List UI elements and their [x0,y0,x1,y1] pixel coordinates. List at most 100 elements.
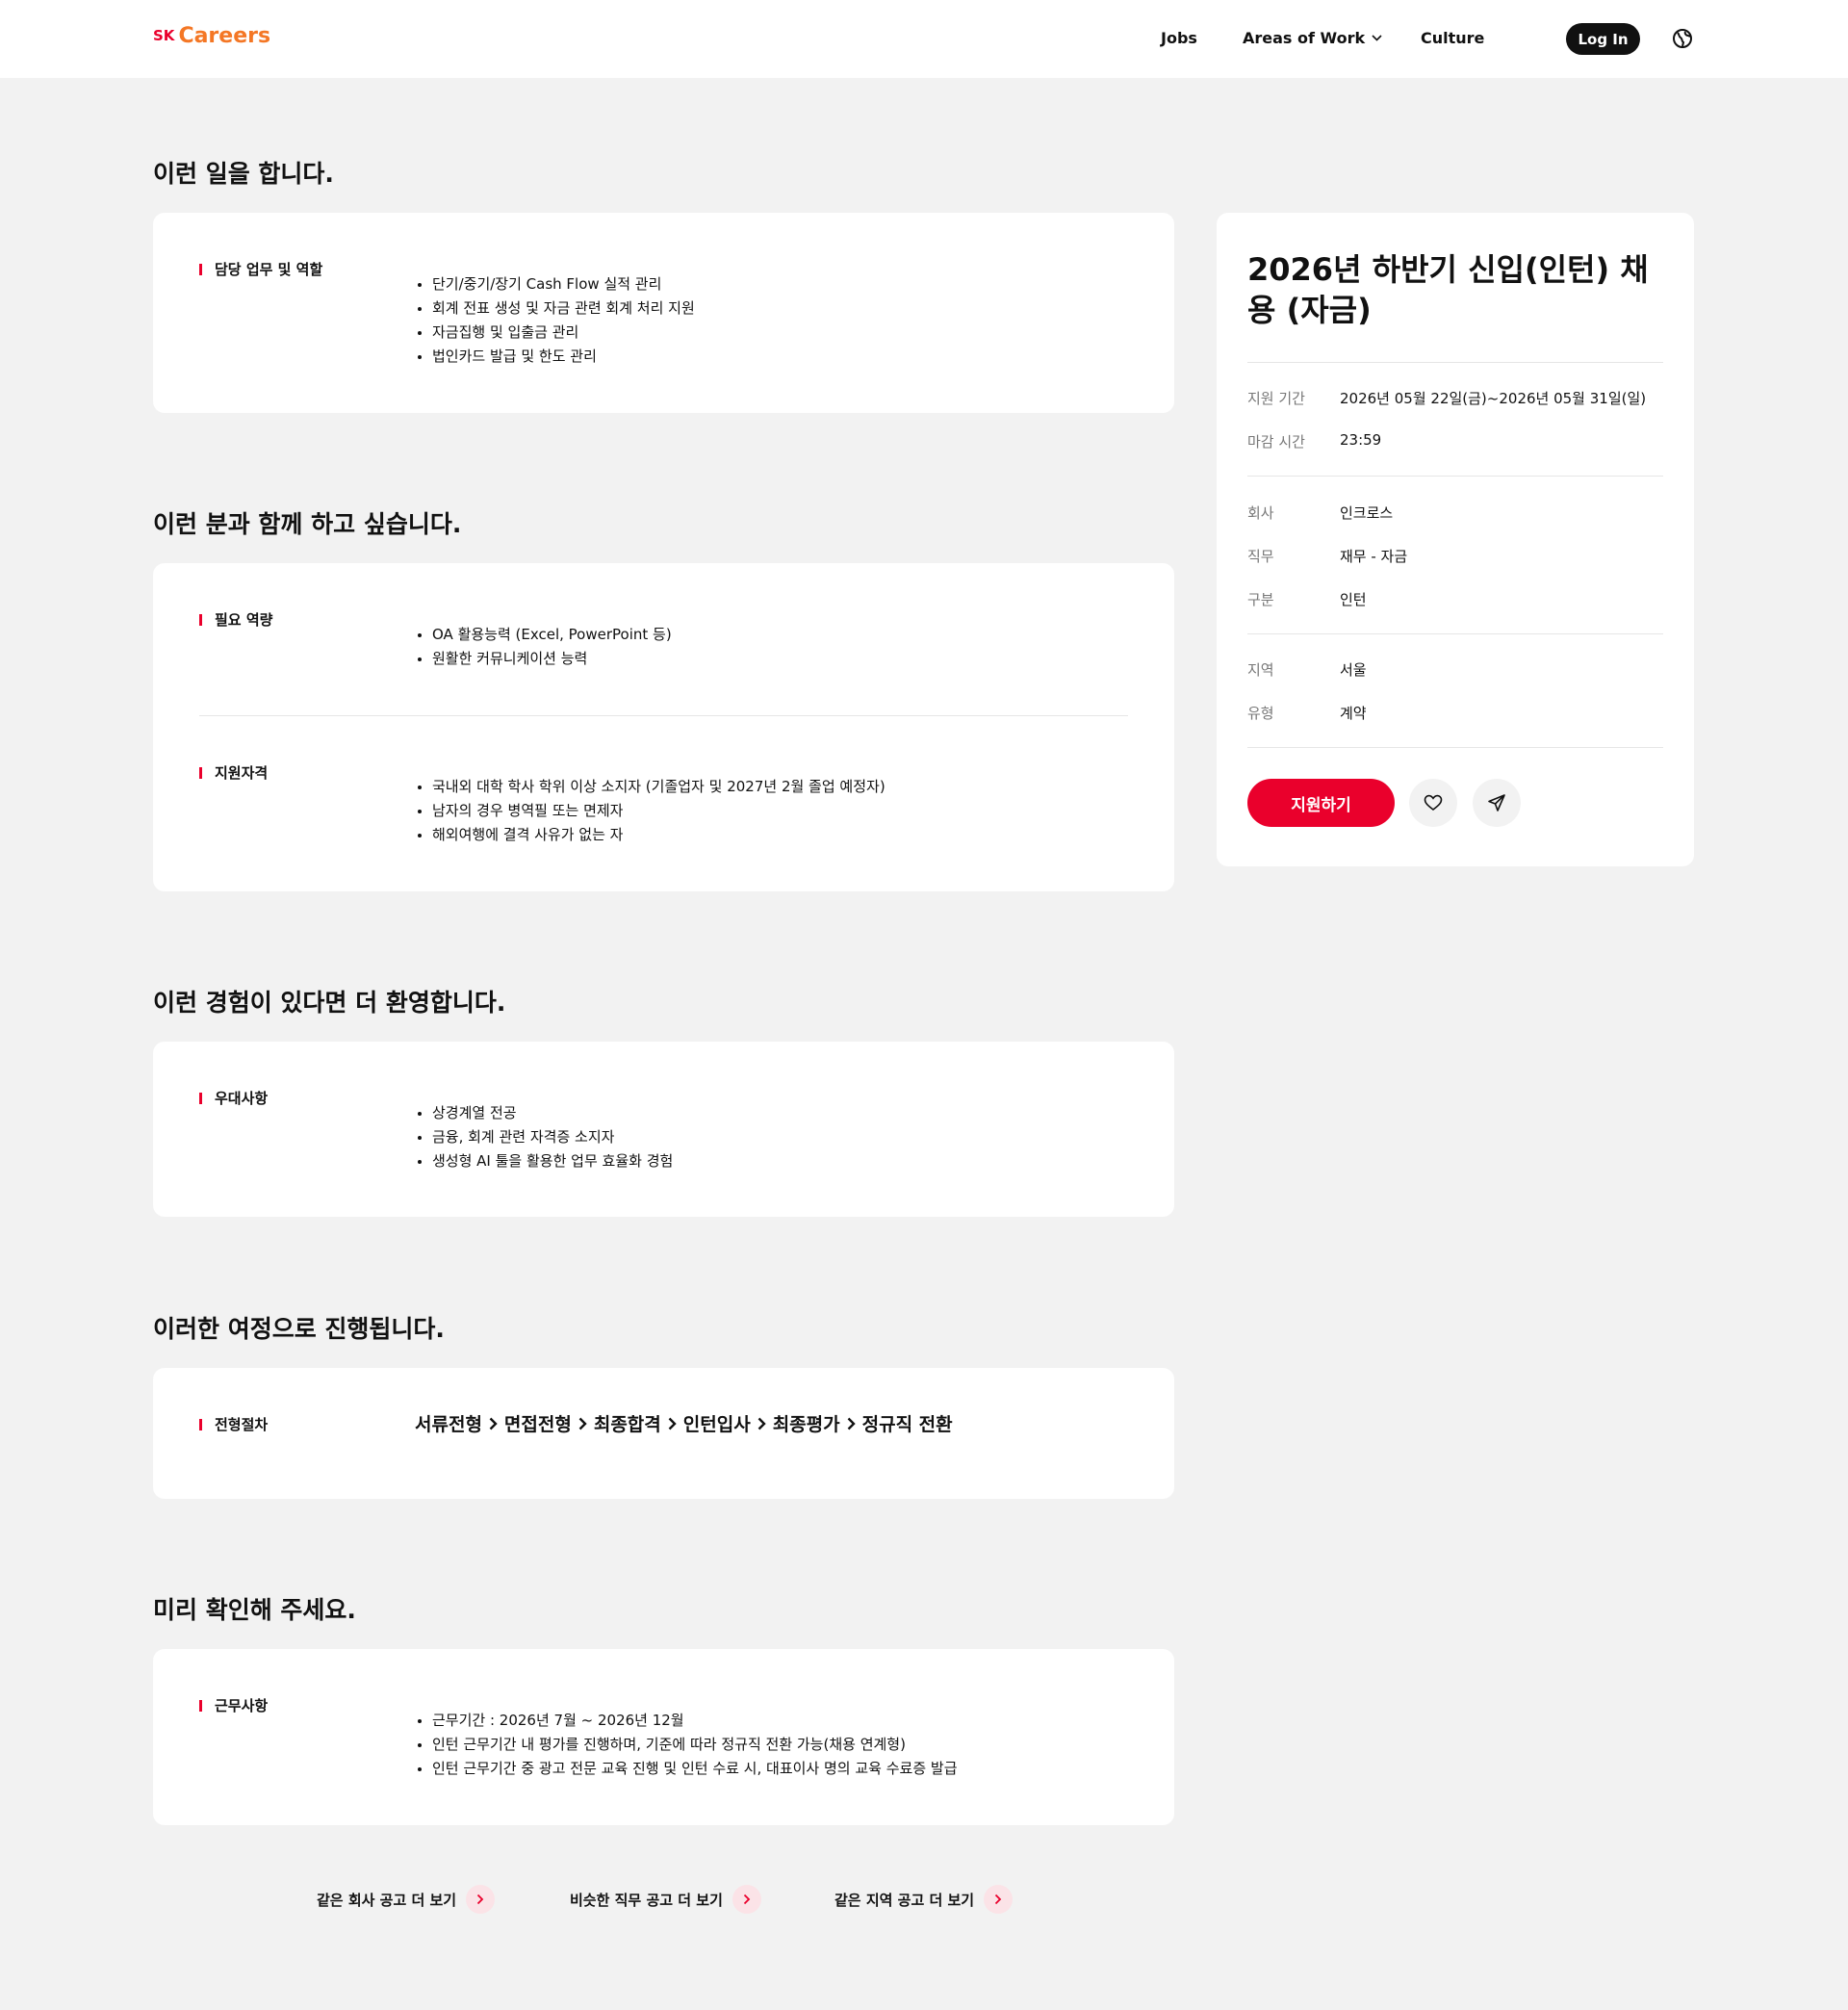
process-step: 정규직 전환 [861,1414,953,1435]
preference-list: 상경계열 전공 금융, 회계 관련 자격증 소지자 생성형 AI 툴을 활용한 … [415,1101,673,1173]
process-step: 최종합격 [593,1414,661,1435]
share-button[interactable] [1473,779,1521,827]
divider [1247,362,1663,363]
chevron-right-icon [578,1417,587,1430]
process-step: 면접전형 [503,1414,572,1435]
info-company: 회사 인크로스 [1247,502,1393,523]
logo-sk: SK [153,27,175,44]
login-button[interactable]: Log In [1566,23,1640,55]
process-steps: 서류전형 면접전형 최종합격 인턴입사 최종평가 정규직 전환 [415,1410,953,1436]
info-value: 서울 [1340,661,1367,679]
info-key: 지원 기간 [1247,390,1305,407]
row-label-preference: 우대사항 [199,1088,268,1108]
row-label-text: 우대사항 [215,1090,269,1107]
row-label-text: 필요 역량 [215,611,273,629]
section-title-work: 이런 일을 합니다. [153,160,334,188]
row-label-qualifications: 지원자격 [199,762,268,783]
more-same-company-link[interactable]: 같은 회사 공고 더 보기 [317,1885,496,1914]
notice-list: 근무기간 : 2026년 7월 ~ 2026년 12월 인턴 근무기간 내 평가… [415,1709,958,1781]
job-title: 2026년 하반기 신입(인턴) 채용 (자금) [1247,251,1649,328]
list-item: 회계 전표 생성 및 자금 관련 회계 처리 지원 [415,296,695,321]
list-item: 법인카드 발급 및 한도 관리 [415,345,695,369]
process-step: 인턴입사 [682,1414,751,1435]
chevron-down-icon [1372,35,1382,41]
card-notice: 근무사항 근무기간 : 2026년 7월 ~ 2026년 12월 인턴 근무기간… [153,1649,1174,1825]
list-item: 상경계열 전공 [415,1101,673,1125]
skills-list: OA 활용능력 (Excel, PowerPoint 등) 원활한 커뮤니케이션… [415,623,672,671]
info-key: 유형 [1247,705,1274,722]
info-period: 지원 기간 2026년 05월 22일(금)~2026년 05월 31일(일) [1247,388,1646,408]
list-item: 국내외 대학 학사 학위 이상 소지자 (기졸업자 및 2027년 2월 졸업 … [415,775,886,799]
qualifications-list: 국내외 대학 학사 학위 이상 소지자 (기졸업자 및 2027년 2월 졸업 … [415,775,886,847]
apply-button[interactable]: 지원하기 [1247,779,1395,827]
row-label-duties: 담당 업무 및 역할 [199,259,322,279]
globe-icon[interactable] [1672,28,1693,49]
list-item: 해외여행에 결격 사유가 없는 자 [415,823,886,847]
list-item: 남자의 경우 병역필 또는 면제자 [415,799,886,823]
info-job: 직무 재무 - 자금 [1247,546,1407,566]
chevron-right-icon [668,1417,677,1430]
divider [1247,476,1663,477]
chevron-right-icon [732,1885,761,1914]
row-label-text: 근무사항 [215,1697,269,1714]
divider [1247,633,1663,634]
label-marker [199,613,202,626]
process-step: 서류전형 [415,1414,482,1435]
row-label-process: 전형절차 [199,1414,268,1434]
row-label-text: 지원자격 [215,764,269,782]
info-key: 마감 시간 [1247,433,1305,451]
label-marker [199,1418,202,1430]
more-link-label: 비슷한 직무 공고 더 보기 [570,1891,723,1909]
section-title-preference: 이런 경험이 있다면 더 환영합니다. [153,989,506,1017]
send-icon [1488,794,1505,812]
info-value: 인턴 [1340,591,1367,608]
info-contract: 유형 계약 [1247,703,1367,723]
more-link-label: 같은 지역 공고 더 보기 [834,1891,975,1909]
more-link-label: 같은 회사 공고 더 보기 [317,1891,457,1909]
logo-careers: Careers [178,24,271,48]
heart-icon [1424,794,1443,812]
label-marker [199,263,202,275]
divider [1247,747,1663,748]
row-label-skills: 필요 역량 [199,609,272,630]
card-process: 전형절차 서류전형 면접전형 최종합격 인턴입사 최종평가 정규직 전환 [153,1368,1174,1499]
info-value: 23:59 [1340,431,1382,449]
list-item: 인턴 근무기간 중 광고 전문 교육 진행 및 인턴 수료 시, 대표이사 명의… [415,1757,958,1781]
list-item: 인턴 근무기간 내 평가를 진행하며, 기준에 따라 정규직 전환 가능(채용 … [415,1733,958,1757]
card-want: 필요 역량 OA 활용능력 (Excel, PowerPoint 등) 원활한 … [153,563,1174,891]
info-key: 직무 [1247,548,1274,565]
list-item: 자금집행 및 입출금 관리 [415,321,695,345]
label-marker [199,766,202,779]
nav-jobs[interactable]: Jobs [1161,29,1197,47]
info-key: 구분 [1247,591,1274,608]
like-button[interactable] [1409,779,1457,827]
label-marker [199,1092,202,1104]
nav-areas-of-work[interactable]: Areas of Work [1243,29,1382,47]
more-similar-job-link[interactable]: 비슷한 직무 공고 더 보기 [570,1885,761,1914]
chevron-right-icon [984,1885,1014,1914]
divider [199,715,1128,716]
list-item: 금융, 회계 관련 자격증 소지자 [415,1125,673,1149]
info-region: 지역 서울 [1247,659,1367,680]
duties-list: 단기/중기/장기 Cash Flow 실적 관리 회계 전표 생성 및 자금 관… [415,272,695,369]
section-title-notice: 미리 확인해 주세요. [153,1596,356,1624]
section-title-process: 이러한 여정으로 진행됩니다. [153,1315,445,1343]
card-work: 담당 업무 및 역할 단기/중기/장기 Cash Flow 실적 관리 회계 전… [153,213,1174,413]
info-key: 회사 [1247,504,1274,522]
chevron-right-icon [757,1417,766,1430]
section-title-want: 이런 분과 함께 하고 싶습니다. [153,510,462,538]
info-value: 인크로스 [1340,504,1394,522]
chevron-right-icon [489,1417,498,1430]
nav-culture[interactable]: Culture [1421,29,1484,47]
card-preference: 우대사항 상경계열 전공 금융, 회계 관련 자격증 소지자 생성형 AI 툴을… [153,1042,1174,1217]
list-item: 생성형 AI 툴을 활용한 업무 효율화 경험 [415,1149,673,1173]
more-same-region-link[interactable]: 같은 지역 공고 더 보기 [834,1885,1014,1914]
info-key: 지역 [1247,661,1274,679]
site-header: SK Careers Jobs Areas of Work Culture Lo… [0,0,1848,78]
info-value: 재무 - 자금 [1340,548,1408,565]
list-item: 근무기간 : 2026년 7월 ~ 2026년 12월 [415,1709,958,1733]
info-value: 2026년 05월 22일(금)~2026년 05월 31일(일) [1340,390,1647,407]
sk-careers-logo[interactable]: SK Careers [153,24,270,48]
list-item: OA 활용능력 (Excel, PowerPoint 등) [415,623,672,647]
info-type: 구분 인턴 [1247,589,1367,609]
